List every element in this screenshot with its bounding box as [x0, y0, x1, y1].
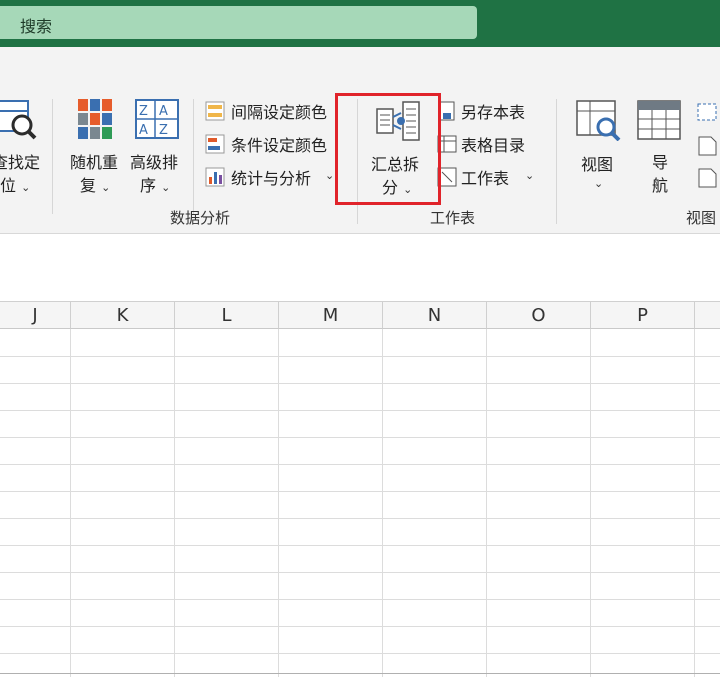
group-label-data-analysis: 数据分析: [170, 209, 231, 227]
table-catalog-label: 表格目录: [461, 136, 526, 155]
group-label-worksheet: 工作表: [430, 209, 476, 227]
worksheet-label: 工作表: [461, 169, 510, 188]
svg-text:A: A: [159, 104, 168, 119]
column-header-partial[interactable]: [695, 302, 720, 329]
interval-color-icon: [205, 101, 225, 121]
view-small-icon: [697, 103, 717, 121]
stats-analysis-button[interactable]: 统计与分析 ⌄: [205, 165, 340, 189]
navigation-label1: 导: [652, 153, 669, 172]
separator: [556, 99, 557, 224]
column-header-k[interactable]: K: [71, 302, 175, 329]
save-this-sheet-button[interactable]: 另存本表: [437, 99, 537, 123]
chevron-down-icon: ⌄: [325, 169, 335, 182]
highlight-box: [335, 93, 441, 205]
view-button[interactable]: 视图 ⌄: [572, 99, 628, 199]
interval-color-button[interactable]: 间隔设定颜色: [205, 99, 335, 123]
condition-color-label: 条件设定颜色: [231, 136, 328, 155]
document-icon: [698, 168, 717, 188]
navigation-icon: [637, 100, 681, 140]
stats-analysis-label: 统计与分析: [231, 169, 312, 188]
svg-text:A: A: [139, 123, 148, 138]
save-this-sheet-label: 另存本表: [461, 103, 526, 122]
navigation-button[interactable]: 导 航: [635, 99, 685, 199]
view-icon: [576, 100, 621, 141]
cell-grid[interactable]: [0, 329, 720, 677]
condition-color-button[interactable]: 条件设定颜色: [205, 132, 335, 156]
find-locate-label1: 查找定: [0, 153, 41, 172]
column-header-n[interactable]: N: [383, 302, 487, 329]
formula-area: [0, 234, 720, 302]
column-header-m[interactable]: M: [279, 302, 383, 329]
group-label-view: 视图: [686, 209, 717, 227]
svg-text:Z: Z: [159, 123, 168, 138]
chevron-down-icon: ⌄: [594, 177, 604, 190]
separator: [193, 99, 194, 214]
find-locate-label2: 位 ⌄: [0, 176, 31, 195]
search-label: 搜索: [20, 17, 53, 36]
chevron-down-icon: ⌄: [525, 169, 535, 182]
navigation-label2: 航: [652, 176, 669, 195]
advanced-sort-button[interactable]: Z A A Z 高级排 序 ⌄: [130, 99, 186, 199]
column-header-l[interactable]: L: [175, 302, 279, 329]
find-locate-button[interactable]: 查找定 位 ⌄: [0, 97, 45, 197]
column-header-p[interactable]: P: [591, 302, 695, 329]
column-header-o[interactable]: O: [487, 302, 591, 329]
advanced-sort-label2: 序 ⌄: [140, 176, 171, 195]
sort-az-icon: Z A A Z: [135, 99, 179, 139]
table-catalog-button[interactable]: 表格目录: [437, 132, 537, 156]
separator: [52, 99, 53, 214]
interval-color-label: 间隔设定颜色: [231, 103, 328, 122]
random-repeat-label2: 复 ⌄: [80, 176, 111, 195]
stats-analysis-icon: [205, 167, 225, 187]
find-locate-icon: [0, 100, 37, 140]
search-input[interactable]: 搜索: [0, 6, 477, 39]
random-repeat-label1: 随机重: [70, 153, 119, 172]
worksheet-button[interactable]: 工作表 ⌄: [437, 165, 537, 189]
advanced-sort-label1: 高级排: [130, 153, 179, 172]
random-repeat-button[interactable]: 随机重 复 ⌄: [70, 99, 126, 199]
title-bar: 搜索: [0, 0, 720, 47]
condition-color-icon: [205, 134, 225, 154]
random-grid-icon: [78, 99, 112, 139]
svg-text:Z: Z: [139, 104, 148, 119]
column-header-j[interactable]: J: [0, 302, 71, 329]
document-icon: [698, 136, 717, 156]
view-label: 视图: [581, 155, 614, 174]
